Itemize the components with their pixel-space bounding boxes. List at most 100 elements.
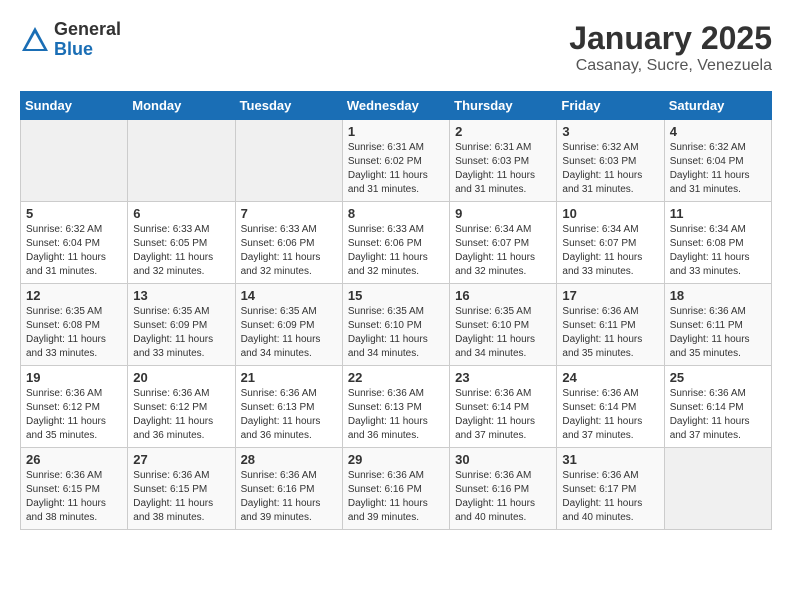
- day-number: 10: [562, 206, 658, 221]
- calendar-table: SundayMondayTuesdayWednesdayThursdayFrid…: [20, 91, 772, 530]
- calendar-cell: 16 Sunrise: 6:35 AM Sunset: 6:10 PM Dayli…: [450, 284, 557, 366]
- day-info: Sunrise: 6:36 AM Sunset: 6:13 PM Dayligh…: [241, 387, 337, 443]
- calendar-cell: 27 Sunrise: 6:36 AM Sunset: 6:15 PM Dayli…: [128, 448, 235, 530]
- weekday-header-thursday: Thursday: [450, 92, 557, 120]
- day-number: 29: [348, 452, 444, 467]
- day-number: 26: [26, 452, 122, 467]
- calendar-week-row: 26 Sunrise: 6:36 AM Sunset: 6:15 PM Dayli…: [21, 448, 772, 530]
- calendar-cell: 2 Sunrise: 6:31 AM Sunset: 6:03 PM Daylig…: [450, 120, 557, 202]
- calendar-cell: [21, 120, 128, 202]
- day-info: Sunrise: 6:36 AM Sunset: 6:16 PM Dayligh…: [241, 469, 337, 525]
- calendar-cell: 8 Sunrise: 6:33 AM Sunset: 6:06 PM Daylig…: [342, 202, 449, 284]
- calendar-cell: 19 Sunrise: 6:36 AM Sunset: 6:12 PM Dayli…: [21, 366, 128, 448]
- calendar-cell: 3Sunrise: 6:32 AM Sunset: 6:03 PM Daylig…: [557, 120, 664, 202]
- calendar-header: SundayMondayTuesdayWednesdayThursdayFrid…: [21, 92, 772, 120]
- calendar-cell: 29 Sunrise: 6:36 AM Sunset: 6:16 PM Dayli…: [342, 448, 449, 530]
- day-info: Sunrise: 6:36 AM Sunset: 6:12 PM Dayligh…: [133, 387, 229, 443]
- calendar-cell: 28 Sunrise: 6:36 AM Sunset: 6:16 PM Dayli…: [235, 448, 342, 530]
- calendar-cell: 20 Sunrise: 6:36 AM Sunset: 6:12 PM Dayli…: [128, 366, 235, 448]
- day-info: Sunrise: 6:35 AM Sunset: 6:08 PM Dayligh…: [26, 305, 122, 361]
- calendar-cell: 21Sunrise: 6:36 AM Sunset: 6:13 PM Dayli…: [235, 366, 342, 448]
- day-info: Sunrise: 6:36 AM Sunset: 6:14 PM Dayligh…: [562, 387, 658, 443]
- calendar-cell: 13 Sunrise: 6:35 AM Sunset: 6:09 PM Dayli…: [128, 284, 235, 366]
- day-info: Sunrise: 6:34 AM Sunset: 6:08 PM Dayligh…: [670, 223, 766, 279]
- logo: General Blue: [20, 20, 121, 60]
- day-info: Sunrise: 6:34 AM Sunset: 6:07 PM Dayligh…: [562, 223, 658, 279]
- day-info: Sunrise: 6:36 AM Sunset: 6:14 PM Dayligh…: [455, 387, 551, 443]
- day-number: 2: [455, 124, 551, 139]
- day-info: Sunrise: 6:36 AM Sunset: 6:12 PM Dayligh…: [26, 387, 122, 443]
- day-number: 8: [348, 206, 444, 221]
- location: Casanay, Sucre, Venezuela: [569, 57, 772, 75]
- day-number: 4: [670, 124, 766, 139]
- calendar-cell: 4 Sunrise: 6:32 AM Sunset: 6:04 PM Daylig…: [664, 120, 771, 202]
- logo-text: General Blue: [54, 20, 121, 60]
- calendar-cell: [235, 120, 342, 202]
- calendar-cell: 11 Sunrise: 6:34 AM Sunset: 6:08 PM Dayli…: [664, 202, 771, 284]
- day-info: Sunrise: 6:35 AM Sunset: 6:09 PM Dayligh…: [133, 305, 229, 361]
- day-number: 15: [348, 288, 444, 303]
- day-number: 13: [133, 288, 229, 303]
- day-info: Sunrise: 6:36 AM Sunset: 6:16 PM Dayligh…: [348, 469, 444, 525]
- calendar-cell: 31Sunrise: 6:36 AM Sunset: 6:17 PM Dayli…: [557, 448, 664, 530]
- calendar-cell: 7 Sunrise: 6:33 AM Sunset: 6:06 PM Daylig…: [235, 202, 342, 284]
- day-number: 5: [26, 206, 122, 221]
- day-info: Sunrise: 6:32 AM Sunset: 6:04 PM Dayligh…: [26, 223, 122, 279]
- calendar-week-row: 19 Sunrise: 6:36 AM Sunset: 6:12 PM Dayli…: [21, 366, 772, 448]
- calendar-cell: 12 Sunrise: 6:35 AM Sunset: 6:08 PM Dayli…: [21, 284, 128, 366]
- day-number: 12: [26, 288, 122, 303]
- calendar-cell: 10 Sunrise: 6:34 AM Sunset: 6:07 PM Dayli…: [557, 202, 664, 284]
- day-number: 27: [133, 452, 229, 467]
- day-info: Sunrise: 6:35 AM Sunset: 6:09 PM Dayligh…: [241, 305, 337, 361]
- calendar-week-row: 5 Sunrise: 6:32 AM Sunset: 6:04 PM Daylig…: [21, 202, 772, 284]
- calendar-cell: 9 Sunrise: 6:34 AM Sunset: 6:07 PM Daylig…: [450, 202, 557, 284]
- logo-general-text: General: [54, 20, 121, 40]
- day-info: Sunrise: 6:32 AM Sunset: 6:03 PM Dayligh…: [562, 141, 658, 197]
- day-info: Sunrise: 6:34 AM Sunset: 6:07 PM Dayligh…: [455, 223, 551, 279]
- calendar-week-row: 1Sunrise: 6:31 AM Sunset: 6:02 PM Daylig…: [21, 120, 772, 202]
- calendar-cell: 14 Sunrise: 6:35 AM Sunset: 6:09 PM Dayli…: [235, 284, 342, 366]
- calendar-cell: 6Sunrise: 6:33 AM Sunset: 6:05 PM Daylig…: [128, 202, 235, 284]
- day-number: 11: [670, 206, 766, 221]
- calendar-cell: 15 Sunrise: 6:35 AM Sunset: 6:10 PM Dayli…: [342, 284, 449, 366]
- day-info: Sunrise: 6:33 AM Sunset: 6:06 PM Dayligh…: [348, 223, 444, 279]
- day-number: 7: [241, 206, 337, 221]
- day-number: 30: [455, 452, 551, 467]
- day-number: 25: [670, 370, 766, 385]
- calendar-body: 1Sunrise: 6:31 AM Sunset: 6:02 PM Daylig…: [21, 120, 772, 530]
- weekday-header-row: SundayMondayTuesdayWednesdayThursdayFrid…: [21, 92, 772, 120]
- calendar-cell: 23 Sunrise: 6:36 AM Sunset: 6:14 PM Dayli…: [450, 366, 557, 448]
- day-number: 19: [26, 370, 122, 385]
- calendar-cell: 22Sunrise: 6:36 AM Sunset: 6:13 PM Dayli…: [342, 366, 449, 448]
- day-number: 14: [241, 288, 337, 303]
- day-info: Sunrise: 6:33 AM Sunset: 6:06 PM Dayligh…: [241, 223, 337, 279]
- logo-icon: [20, 25, 50, 55]
- day-number: 6: [133, 206, 229, 221]
- day-info: Sunrise: 6:36 AM Sunset: 6:13 PM Dayligh…: [348, 387, 444, 443]
- day-info: Sunrise: 6:36 AM Sunset: 6:11 PM Dayligh…: [670, 305, 766, 361]
- calendar-week-row: 12 Sunrise: 6:35 AM Sunset: 6:08 PM Dayli…: [21, 284, 772, 366]
- weekday-header-tuesday: Tuesday: [235, 92, 342, 120]
- day-info: Sunrise: 6:31 AM Sunset: 6:03 PM Dayligh…: [455, 141, 551, 197]
- weekday-header-saturday: Saturday: [664, 92, 771, 120]
- page-header: General Blue January 2025 Casanay, Sucre…: [20, 20, 772, 75]
- logo-blue-text: Blue: [54, 40, 121, 60]
- day-number: 28: [241, 452, 337, 467]
- day-number: 18: [670, 288, 766, 303]
- day-number: 20: [133, 370, 229, 385]
- day-number: 9: [455, 206, 551, 221]
- day-number: 16: [455, 288, 551, 303]
- day-number: 17: [562, 288, 658, 303]
- weekday-header-monday: Monday: [128, 92, 235, 120]
- day-number: 23: [455, 370, 551, 385]
- month-title: January 2025: [569, 20, 772, 57]
- day-info: Sunrise: 6:31 AM Sunset: 6:02 PM Dayligh…: [348, 141, 444, 197]
- day-info: Sunrise: 6:36 AM Sunset: 6:15 PM Dayligh…: [133, 469, 229, 525]
- day-info: Sunrise: 6:35 AM Sunset: 6:10 PM Dayligh…: [455, 305, 551, 361]
- calendar-cell: [128, 120, 235, 202]
- day-info: Sunrise: 6:36 AM Sunset: 6:15 PM Dayligh…: [26, 469, 122, 525]
- day-info: Sunrise: 6:35 AM Sunset: 6:10 PM Dayligh…: [348, 305, 444, 361]
- day-info: Sunrise: 6:32 AM Sunset: 6:04 PM Dayligh…: [670, 141, 766, 197]
- weekday-header-sunday: Sunday: [21, 92, 128, 120]
- day-info: Sunrise: 6:36 AM Sunset: 6:11 PM Dayligh…: [562, 305, 658, 361]
